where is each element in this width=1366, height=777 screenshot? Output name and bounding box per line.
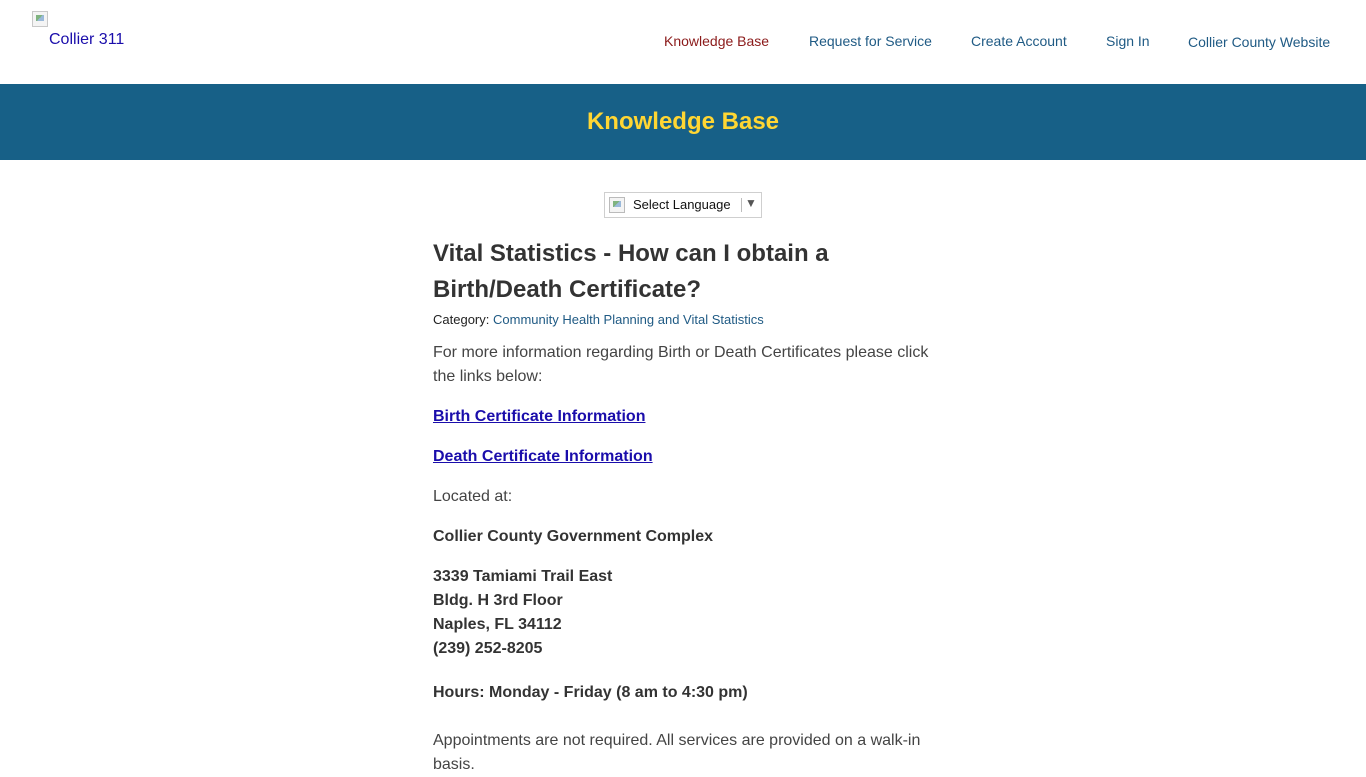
article-title: Vital Statistics - How can I obtain a Bi…: [433, 236, 933, 308]
office-hours: Hours: Monday - Friday (8 am to 4:30 pm): [433, 684, 748, 701]
google-translate-icon: [609, 197, 625, 213]
language-select-label: Select Language: [633, 197, 731, 212]
broken-image-icon: [32, 11, 48, 27]
article-title-line1: Vital Statistics - How can I obtain a: [433, 240, 829, 267]
site-header: Collier 311 Knowledge Base Request for S…: [0, 0, 1366, 84]
article-title-line2: Birth/Death Certificate?: [433, 276, 702, 303]
nav-sign-in[interactable]: Sign In: [1106, 33, 1150, 49]
article-intro: For more information regarding Birth or …: [433, 344, 929, 385]
nav-create-account[interactable]: Create Account: [971, 33, 1067, 49]
nav-knowledge-base[interactable]: Knowledge Base: [664, 33, 769, 49]
address-building: Bldg. H 3rd Floor: [433, 592, 563, 609]
death-certificate-link[interactable]: Death Certificate Information: [433, 447, 933, 467]
article: Vital Statistics - How can I obtain a Bi…: [433, 236, 933, 777]
page-banner: Knowledge Base: [0, 84, 1366, 160]
category-label: Category:: [433, 312, 490, 327]
appointments-note: Appointments are not required. All servi…: [433, 732, 921, 773]
category-link[interactable]: Community Health Planning and Vital Stat…: [493, 312, 764, 327]
located-at-text: Located at:: [433, 488, 513, 505]
birth-certificate-link[interactable]: Birth Certificate Information: [433, 407, 933, 427]
address-city: Naples, FL 34112: [433, 616, 562, 633]
address-street: 3339 Tamiami Trail East: [433, 568, 613, 585]
main-nav: Knowledge Base Request for Service Creat…: [0, 33, 1366, 53]
language-select-divider: [741, 198, 742, 212]
address-block: 3339 Tamiami Trail East Bldg. H 3rd Floo…: [433, 565, 933, 661]
language-select[interactable]: Select Language ▼: [604, 192, 762, 218]
nav-request-for-service[interactable]: Request for Service: [809, 33, 932, 49]
nav-collier-county-website[interactable]: Collier County Website: [1188, 34, 1330, 50]
address-phone: (239) 252-8205: [433, 640, 543, 657]
banner-title: Knowledge Base: [586, 108, 780, 135]
location-name: Collier County Government Complex: [433, 528, 714, 545]
article-category: Category: Community Health Planning and …: [433, 312, 933, 327]
chevron-down-icon: ▼: [745, 196, 757, 210]
